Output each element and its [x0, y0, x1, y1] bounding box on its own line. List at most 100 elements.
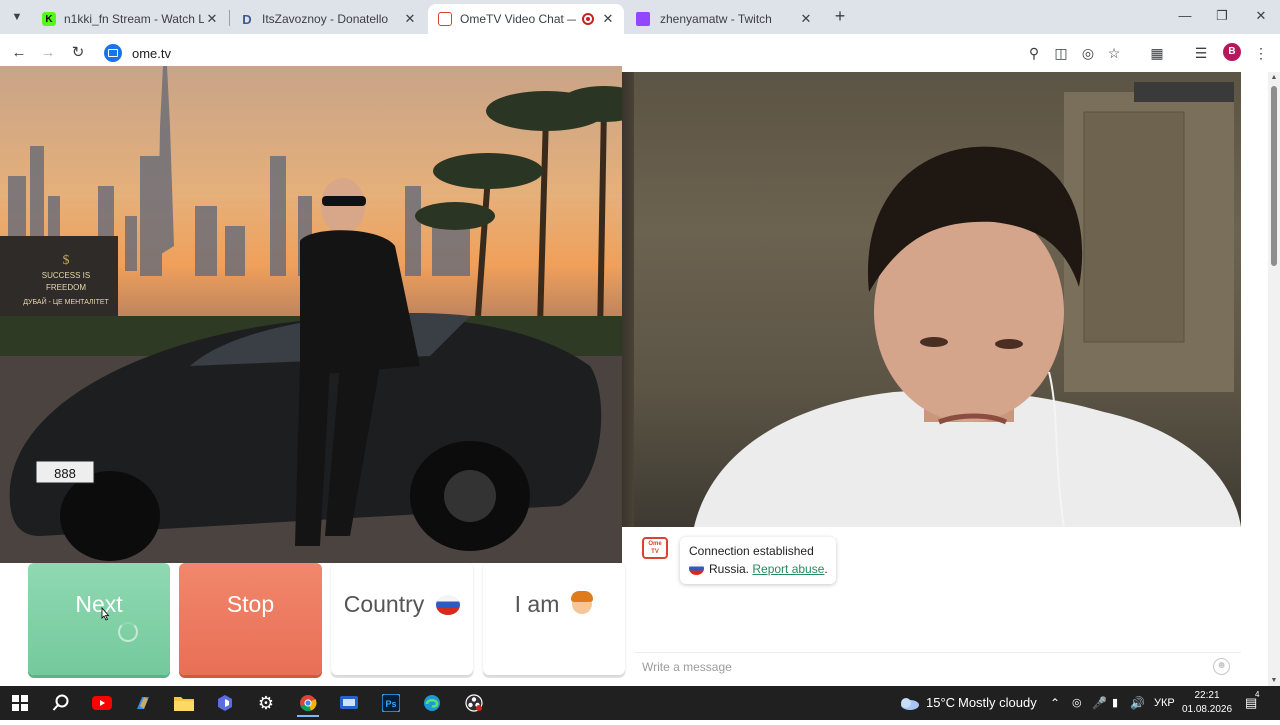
taskbar-file-explorer[interactable] [165, 689, 203, 717]
site-info-icon[interactable] [104, 44, 122, 62]
scroll-down-icon[interactable]: ▼ [1268, 677, 1280, 684]
stop-button[interactable]: Stop [179, 563, 322, 675]
photoshop-icon: Ps [382, 694, 400, 712]
message-composer: ☻ [634, 652, 1241, 679]
battery-icon[interactable]: ▮ [1112, 686, 1118, 720]
install-app-button[interactable]: ◫ [1050, 42, 1072, 64]
media-list-icon: ☰ [1194, 45, 1208, 61]
report-suffix: . [824, 562, 828, 576]
reload-button[interactable]: ↻ [67, 42, 89, 64]
notification-count: 4 [1255, 690, 1260, 699]
tab-kick-stream[interactable]: K n1kki_fn Stream - Watch Live o ✕ [32, 4, 228, 34]
report-abuse-link[interactable]: Report abuse [752, 562, 824, 576]
extensions-button[interactable]: ▦ [1146, 42, 1168, 64]
close-tab-icon[interactable]: ✕ [204, 11, 220, 27]
tracking-protection-button[interactable]: ◎ [1077, 42, 1099, 64]
russia-flag-icon [436, 595, 461, 615]
obs-icon [465, 694, 483, 712]
taskbar-copilot[interactable] [124, 689, 162, 717]
maximize-icon: ❐ [1216, 8, 1228, 23]
taskbar-youtube[interactable] [83, 689, 121, 717]
taskbar-photoshop[interactable]: Ps [372, 689, 410, 717]
youtube-icon [92, 696, 112, 710]
search-icon [52, 694, 69, 711]
taskbar-obs[interactable] [455, 689, 493, 717]
scrollbar-thumb[interactable] [1271, 86, 1277, 266]
clock-time: 22:21 [1194, 690, 1220, 701]
back-button[interactable]: ← [8, 42, 30, 64]
zoom-button[interactable]: ⚲ [1023, 42, 1045, 64]
new-tab-button[interactable]: + [830, 6, 850, 26]
next-button-label: Next [75, 591, 123, 617]
browser-menu-button[interactable]: ⋮ [1250, 42, 1272, 64]
windows-logo-icon [12, 695, 28, 711]
country-filter-button[interactable]: Country [331, 563, 473, 675]
puzzle-icon: ▦ [1150, 45, 1164, 61]
minimize-button[interactable]: — [1170, 6, 1200, 26]
arrow-left-icon: ← [11, 44, 27, 61]
partner-country-line: Russia. Report abuse. [689, 560, 828, 578]
tab-twitch[interactable]: zhenyamatw - Twitch ✕ [626, 4, 822, 34]
forward-button[interactable]: → [37, 42, 59, 64]
emoji-picker-icon[interactable]: ☻ [1213, 658, 1230, 675]
taskbar-app-prism[interactable] [206, 689, 244, 717]
weather-temperature[interactable]: 15°C [926, 686, 955, 720]
notifications-button[interactable]: ▤ 4 [1245, 686, 1265, 720]
eye-off-icon: ◎ [1081, 45, 1095, 61]
tab-strip: ▼ K n1kki_fn Stream - Watch Live o ✕ D I… [0, 0, 1280, 34]
close-icon: ✕ [1255, 8, 1267, 23]
local-video: $ SUCCESS IS FREEDOM ДУБАЙ - ЦЕ МЕНТАЛІТ… [0, 66, 622, 563]
start-button[interactable] [1, 689, 39, 717]
taskbar-edge[interactable] [413, 689, 451, 717]
more-vertical-icon: ⋮ [1254, 45, 1268, 61]
media-controls-button[interactable]: ☰ [1190, 42, 1212, 64]
gender-select-button[interactable]: I am [483, 563, 625, 675]
clock-date: 01.08.2026 [1181, 704, 1233, 715]
remote-video-frame [694, 82, 1241, 527]
plus-icon: + [834, 6, 846, 26]
taskbar-chrome[interactable] [289, 689, 327, 717]
profile-avatar[interactable]: B [1223, 43, 1241, 61]
tab-donatello[interactable]: D ItsZavoznoy - Donatello ✕ [230, 4, 426, 34]
message-input[interactable] [642, 659, 1202, 675]
copilot-icon [137, 697, 149, 709]
taskbar-settings[interactable]: ⚙ [247, 689, 285, 717]
close-tab-icon[interactable]: ✕ [402, 11, 418, 27]
address-bar[interactable]: ome.tv [96, 38, 1016, 68]
windows-taskbar: ⚙ Ps 15°C Mostly cloudy ⌃ ◎ 🎤 ▮ 🔊 УКР 22… [0, 686, 1280, 720]
tab-search-button[interactable]: ▼ [6, 6, 28, 28]
bookmark-button[interactable]: ☆ [1103, 42, 1125, 64]
weather-description[interactable]: Mostly cloudy [958, 686, 1037, 720]
connection-status: Connection established [689, 544, 814, 558]
weather-widget[interactable] [898, 686, 922, 720]
microphone-icon[interactable]: 🎤 [1092, 686, 1107, 720]
svg-text:$: $ [63, 253, 70, 268]
tab-title: n1kki_fn Stream - Watch Live o [64, 12, 204, 26]
input-language[interactable]: УКР [1154, 686, 1175, 720]
scroll-up-icon[interactable]: ▲ [1268, 74, 1280, 81]
cloudy-weather-icon [901, 698, 919, 710]
system-clock[interactable]: 22:21 01.08.2026 [1176, 689, 1238, 717]
taskbar-app-blue[interactable] [330, 689, 368, 717]
recording-indicator-icon [582, 13, 594, 25]
search-button[interactable] [42, 689, 80, 717]
twitch-favicon-icon [636, 12, 650, 26]
close-tab-icon[interactable]: ✕ [600, 11, 616, 27]
maximize-button[interactable]: ❐ [1207, 6, 1237, 26]
next-button[interactable]: Next [28, 563, 170, 675]
boy-emoji-icon [571, 591, 594, 615]
network-status-icon[interactable]: ◎ [1072, 686, 1082, 720]
show-hidden-icons-button[interactable]: ⌃ [1050, 686, 1060, 720]
page-scrollbar[interactable]: ▲ ▼ [1268, 72, 1280, 686]
system-message: Connection established Russia. Report ab… [680, 537, 836, 584]
url-text[interactable]: ome.tv [132, 46, 171, 61]
volume-icon[interactable]: 🔊 [1130, 686, 1145, 720]
ometv-favicon-icon [438, 12, 452, 26]
license-plate: 888 [54, 466, 76, 481]
chrome-icon [300, 695, 317, 712]
tab-title: OmeTV Video Chat — Ome [460, 12, 576, 26]
close-window-button[interactable]: ✕ [1246, 6, 1276, 26]
tab-ometv[interactable]: OmeTV Video Chat — Ome ✕ [428, 4, 624, 34]
chat-panel: Ome TV Connection established Russia. Re… [634, 527, 1241, 679]
close-tab-icon[interactable]: ✕ [798, 11, 814, 27]
